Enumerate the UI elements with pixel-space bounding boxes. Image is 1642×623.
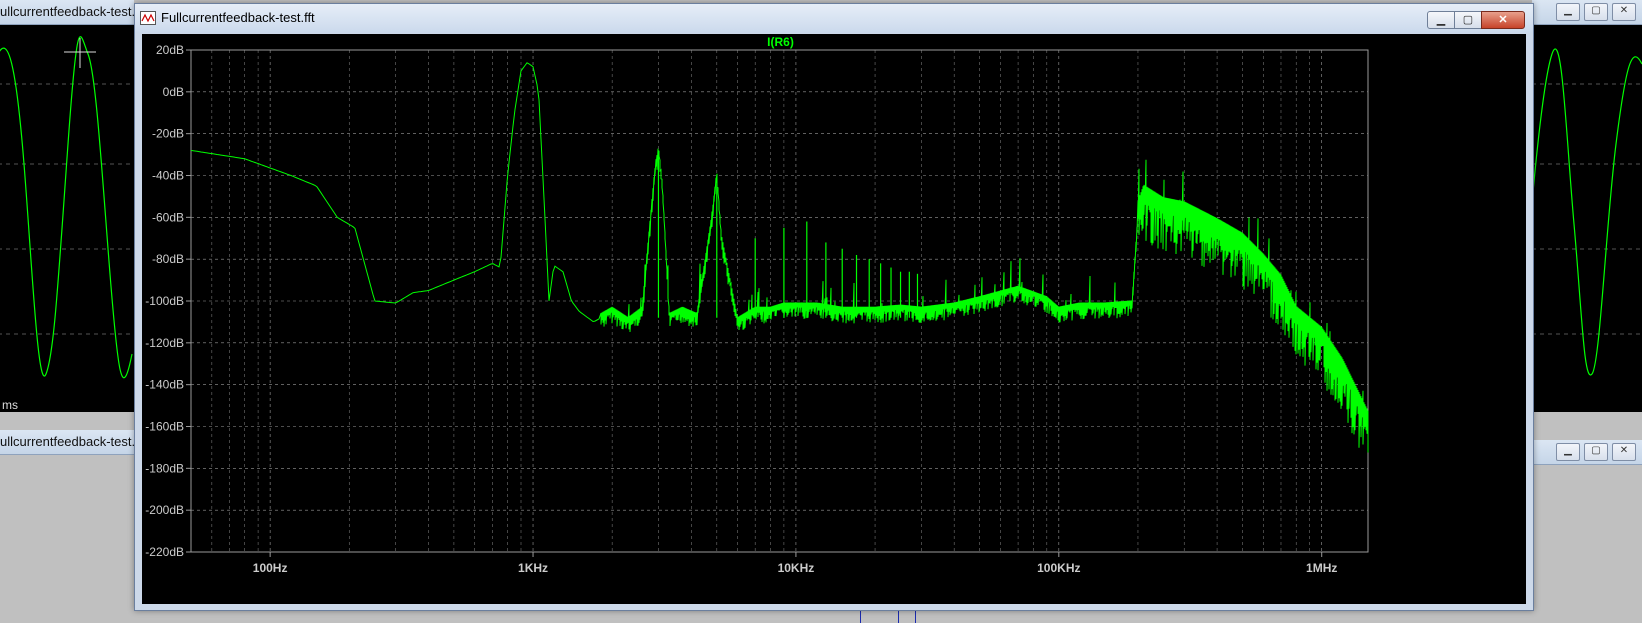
background-window-titlebar-right: ▁ ▢ ✕ <box>1532 0 1642 25</box>
background-window-right-bottom: ▁ ▢ ✕ <box>1532 440 1642 623</box>
y-tick-label: -40dB <box>152 169 184 183</box>
schematic-wire <box>898 610 899 623</box>
y-tick-label: -180dB <box>145 461 184 475</box>
bg-minimize-button[interactable]: ▁ <box>1556 3 1580 21</box>
fft-plot-area[interactable]: 20dB 0dB -20dB -40dB -60dB -80dB -100dB -120dB -… <box>142 34 1526 604</box>
x-tick-label: 10KHz <box>778 561 815 575</box>
background-window-titlebar-right-bottom: ▁ ▢ ✕ <box>1532 440 1642 465</box>
y-tick-label: -80dB <box>152 252 184 266</box>
bg2-close-button[interactable]: ✕ <box>1612 443 1636 461</box>
background-waveform-window-right: ▁ ▢ ✕ <box>1532 0 1642 412</box>
y-tick-label: -200dB <box>145 503 184 517</box>
chart-title: I(R6) <box>767 35 794 49</box>
schematic-wire <box>860 610 861 623</box>
y-tick-label: -140dB <box>145 378 184 392</box>
fft-window[interactable]: Fullcurrentfeedback-test.fft ▁ ▢ ✕ 20dB 0… <box>134 3 1534 611</box>
maximize-button[interactable]: ▢ <box>1454 11 1482 29</box>
y-tick-label: -120dB <box>145 336 184 350</box>
y-tick-label: -100dB <box>145 294 184 308</box>
schematic-wire <box>915 610 916 623</box>
bg-close-button[interactable]: ✕ <box>1612 3 1636 21</box>
close-button[interactable]: ✕ <box>1481 11 1525 29</box>
x-tick-label: 1MHz <box>1306 561 1337 575</box>
x-tick-label: 100Hz <box>253 561 288 575</box>
background-waveform-window-left: ullcurrentfeedback-test.r ms <box>0 0 134 412</box>
y-tick-label: -220dB <box>145 545 184 559</box>
x-tick-label: 1KHz <box>518 561 548 575</box>
waveform-app-icon <box>140 11 156 25</box>
x-tick-label: 100KHz <box>1037 561 1080 575</box>
bg-maximize-button[interactable]: ▢ <box>1584 3 1608 21</box>
window-title: Fullcurrentfeedback-test.fft <box>161 10 315 25</box>
minimize-button[interactable]: ▁ <box>1427 11 1455 29</box>
window-titlebar[interactable]: Fullcurrentfeedback-test.fft ▁ ▢ ✕ <box>135 4 1533 33</box>
y-tick-label: 20dB <box>156 43 184 57</box>
y-tick-label: -20dB <box>152 127 184 141</box>
series-trace-i-r6 <box>190 62 1369 453</box>
background-window-left-bottom: ullcurrentfeedback-test.a <box>0 430 134 623</box>
y-tick-label: -160dB <box>145 420 184 434</box>
bg2-minimize-button[interactable]: ▁ <box>1556 443 1580 461</box>
background-window-title: ullcurrentfeedback-test.r <box>0 0 134 25</box>
fft-chart[interactable]: 20dB 0dB -20dB -40dB -60dB -80dB -100dB -120dB -… <box>142 34 1526 604</box>
background-sine-trace-right <box>1532 48 1642 376</box>
background-window-title-bottom: ullcurrentfeedback-test.a <box>0 430 134 455</box>
y-tick-label: 0dB <box>163 85 184 99</box>
bg2-maximize-button[interactable]: ▢ <box>1584 443 1608 461</box>
background-axis-label: ms <box>2 398 18 412</box>
y-tick-label: -60dB <box>152 210 184 224</box>
background-sine-trace <box>0 36 134 379</box>
